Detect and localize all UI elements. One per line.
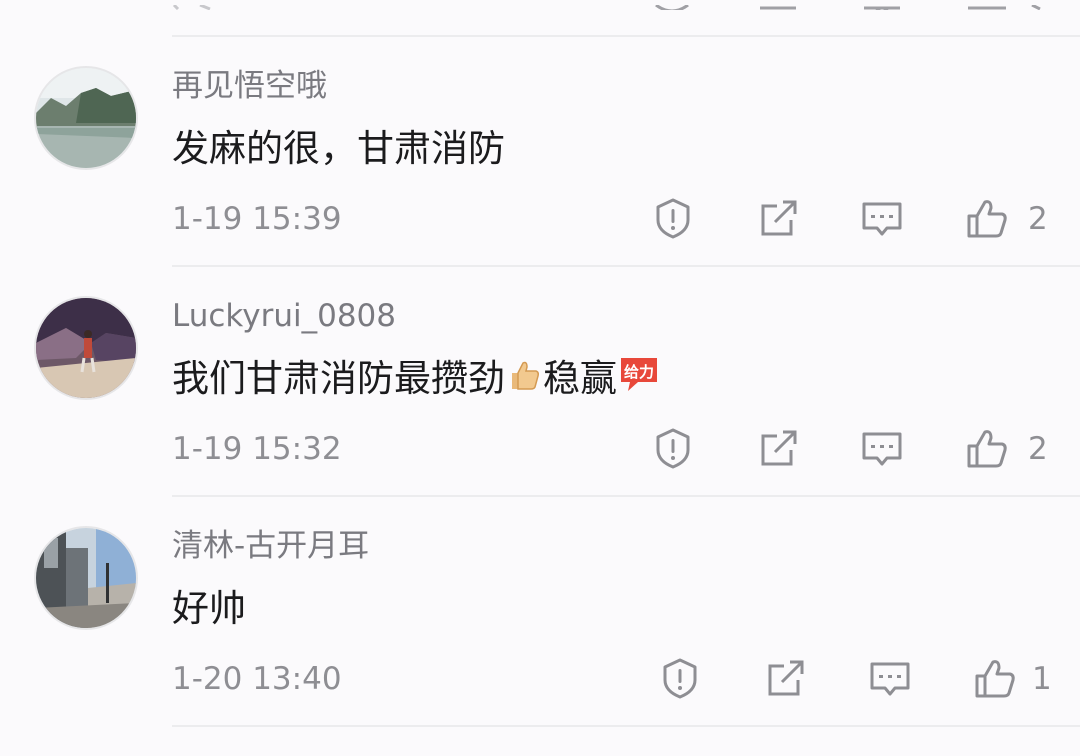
report-icon — [656, 428, 690, 469]
comment-text-part: 稳赢 — [543, 357, 617, 400]
reply-icon — [870, 662, 910, 696]
comment-item: 再见悟空哦 发麻的很，甘肃消防 1-19 15:39 2 — [0, 66, 1080, 296]
like-count: 2 — [1028, 431, 1048, 467]
avatar-landscape-lake — [36, 68, 136, 168]
share-icon — [761, 430, 797, 466]
avatar-person-garden — [36, 298, 136, 398]
reply-icon — [862, 202, 902, 236]
like-count: 2 — [1028, 201, 1048, 237]
avatar[interactable] — [34, 66, 138, 170]
like-icon — [967, 430, 1007, 468]
report-button[interactable] — [651, 196, 695, 240]
like-button[interactable] — [965, 196, 1009, 240]
reply-button[interactable] — [868, 656, 912, 700]
username[interactable]: 清林-古开月耳 — [172, 526, 369, 566]
username[interactable]: Luckyrui_0808 — [172, 296, 396, 336]
timestamp: 1-20 13:40 — [172, 661, 342, 697]
like-icon — [975, 660, 1015, 698]
jiayou-sticker: 给力 — [618, 354, 660, 407]
timestamp: 1-19 15:39 — [172, 201, 342, 237]
share-button[interactable] — [757, 426, 801, 470]
thumbs-up-emoji — [506, 356, 542, 406]
divider — [172, 725, 1080, 727]
reply-icon — [862, 432, 902, 466]
previous-comment-partial — [0, 0, 1080, 10]
comment-item: Luckyrui_0808 我们甘肃消防最攒劲 稳赢 给力 1-19 15:32 — [0, 296, 1080, 526]
reply-button[interactable] — [860, 426, 904, 470]
comment-text: 好帅 — [172, 587, 246, 630]
report-icon — [656, 198, 690, 239]
report-button[interactable] — [658, 656, 702, 700]
timestamp: 1-19 15:32 — [172, 431, 342, 467]
like-button[interactable] — [965, 426, 1009, 470]
like-icon — [967, 200, 1007, 238]
divider — [172, 35, 1080, 37]
share-button[interactable] — [764, 656, 808, 700]
svg-text:给力: 给力 — [624, 363, 654, 381]
report-icon — [663, 658, 697, 699]
username[interactable]: 再见悟空哦 — [172, 66, 327, 106]
report-button[interactable] — [651, 426, 695, 470]
comment-text-part: 我们甘肃消防最攒劲 — [172, 357, 505, 400]
share-icon — [761, 200, 797, 236]
comment-text: 发麻的很，甘肃消防 — [172, 127, 505, 170]
like-button[interactable] — [973, 656, 1017, 700]
avatar-street-photo — [36, 528, 136, 628]
like-count: 1 — [1032, 661, 1052, 697]
divider — [172, 495, 1080, 497]
avatar[interactable] — [34, 526, 138, 630]
avatar[interactable] — [34, 296, 138, 400]
share-icon — [768, 660, 804, 696]
divider — [172, 265, 1080, 267]
comment-text: 我们甘肃消防最攒劲 稳赢 给力 — [172, 354, 661, 407]
comment-item: 清林-古开月耳 好帅 1-20 13:40 1 — [0, 526, 1080, 756]
reply-button[interactable] — [860, 196, 904, 240]
share-button[interactable] — [757, 196, 801, 240]
